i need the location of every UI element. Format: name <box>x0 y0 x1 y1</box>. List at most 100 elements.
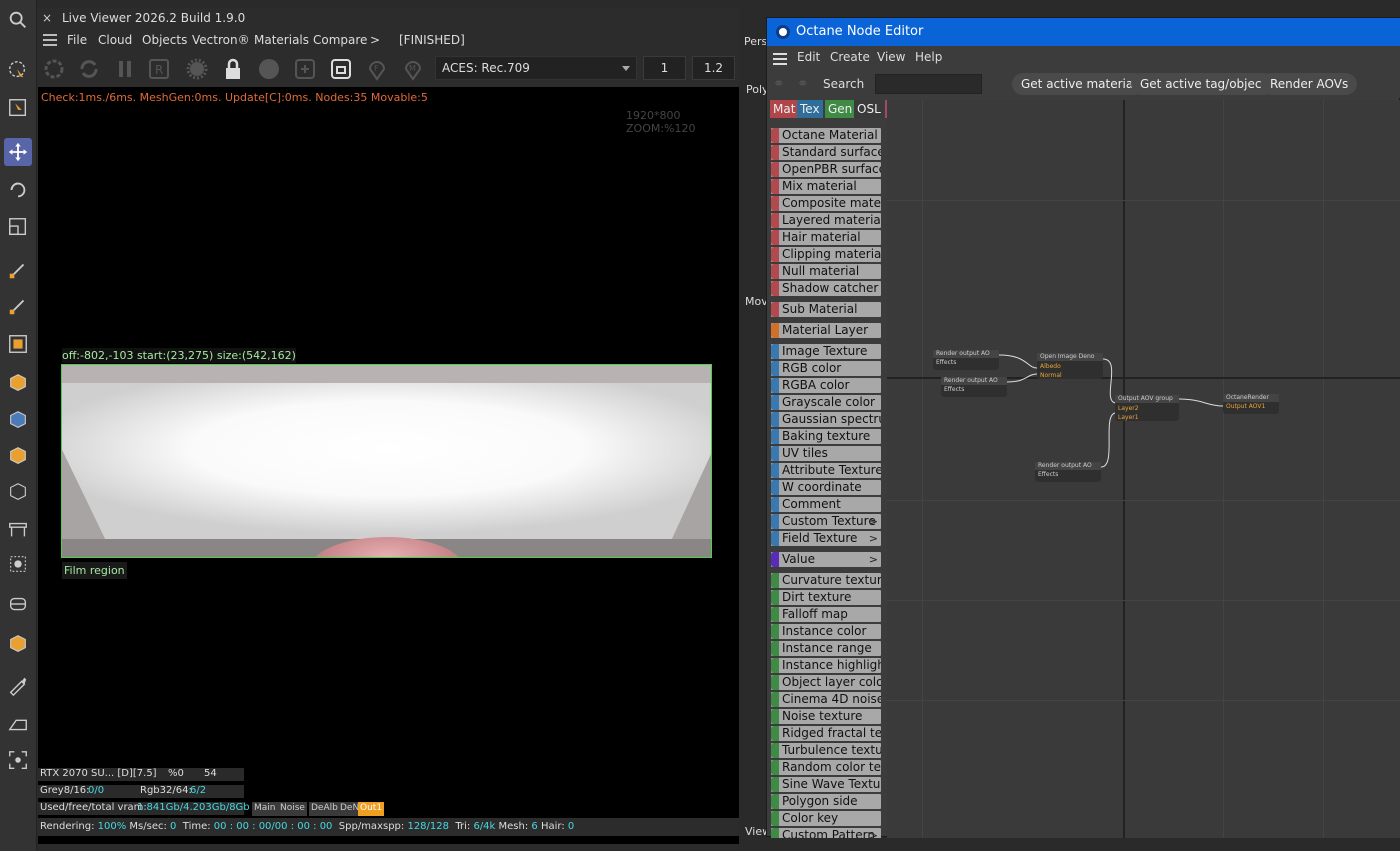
restart-render-icon[interactable] <box>41 56 67 82</box>
search-input[interactable] <box>875 74 982 94</box>
node-list-item[interactable]: Sub Material <box>771 302 881 317</box>
camera-object-icon[interactable] <box>4 590 32 618</box>
material-pick-icon[interactable]: M <box>400 56 426 82</box>
node-list-item[interactable]: Standard surface m <box>771 145 881 160</box>
close-icon[interactable]: × <box>42 11 52 25</box>
node-list-item[interactable]: Composite material <box>771 196 881 211</box>
category-tab-osl[interactable]: OSL <box>854 100 884 118</box>
cube-object-icon[interactable] <box>4 369 32 397</box>
cube-generator-icon[interactable] <box>4 406 32 434</box>
render-output-node-2[interactable]: Render output AO Effects <box>941 377 1007 397</box>
instance-cube-icon[interactable] <box>4 630 32 658</box>
pass-out1-button[interactable]: Out1 <box>358 802 385 816</box>
node-list-item[interactable]: OpenPBR surface m <box>771 162 881 177</box>
menu-vectron[interactable]: Vectron® <box>192 33 250 47</box>
node-list-item[interactable]: Instance range <box>771 641 881 656</box>
node-list-item[interactable]: Comment <box>771 497 881 512</box>
settings-gear-icon[interactable] <box>184 56 210 82</box>
menu-cloud[interactable]: Cloud <box>98 33 132 47</box>
move-tool-icon[interactable] <box>4 138 32 166</box>
lock-icon[interactable] <box>220 56 246 82</box>
node-list-item[interactable]: RGB color <box>771 361 881 376</box>
search-icon[interactable] <box>4 6 32 34</box>
scale-tool-icon[interactable] <box>4 213 32 241</box>
node-list-item[interactable]: Ridged fractal textu <box>771 726 881 741</box>
node-list-item[interactable]: Layered material <box>771 213 881 228</box>
node-list-item[interactable]: Image Texture <box>771 344 881 359</box>
node-list-item[interactable]: Field Texture > <box>771 531 881 546</box>
get-active-material-button[interactable]: Get active material <box>1012 73 1146 95</box>
menu-edit[interactable]: Edit <box>797 50 820 64</box>
select-tool-icon[interactable] <box>4 94 32 122</box>
node-list-item[interactable]: Clipping material <box>771 247 881 262</box>
focus-frame-icon[interactable] <box>4 746 32 774</box>
material-ball-icon[interactable] <box>256 56 282 82</box>
wire-cube-icon[interactable] <box>4 478 32 506</box>
node-list-item[interactable]: Custom Pattern > <box>771 828 881 838</box>
node-list-item[interactable]: W coordinate <box>771 480 881 495</box>
category-tab-mat[interactable]: Mat <box>770 100 799 118</box>
node-list-item[interactable]: Dirt texture <box>771 590 881 605</box>
node-list-item[interactable]: Instance color <box>771 624 881 639</box>
node-list-item[interactable]: Material Layer <box>771 323 881 338</box>
pass-dealb-button[interactable]: DeAlb <box>309 802 340 816</box>
hamburger-icon[interactable] <box>773 53 787 65</box>
get-active-tag-button[interactable]: Get active tag/object <box>1131 73 1276 95</box>
open-image-denoiser-node[interactable]: Open Image Deno Albedo Normal <box>1037 353 1103 379</box>
rotate-tool-icon[interactable] <box>4 176 32 204</box>
menu-help[interactable]: Help <box>915 50 942 64</box>
link-icon[interactable]: ⚭ <box>773 76 785 92</box>
brush-tool-icon[interactable] <box>4 671 32 699</box>
category-tab-tex[interactable]: Tex <box>797 100 823 118</box>
pass-main-button[interactable]: Main <box>252 802 278 816</box>
refresh-icon[interactable] <box>76 56 102 82</box>
region-render-icon[interactable]: R <box>146 56 172 82</box>
node-list-item[interactable]: Cinema 4D noise <box>771 692 881 707</box>
node-list-item[interactable]: Noise texture <box>771 709 881 724</box>
layered-cube-icon[interactable] <box>4 442 32 470</box>
node-list-item[interactable]: Polygon side <box>771 794 881 809</box>
film-region-icon[interactable] <box>328 56 354 82</box>
node-list-item[interactable]: Color key <box>771 811 881 826</box>
menu-view[interactable]: View <box>877 50 905 64</box>
menu-materials[interactable]: Materials <box>254 33 309 47</box>
hamburger-icon[interactable] <box>43 34 57 46</box>
node-list-item[interactable]: Grayscale color <box>771 395 881 410</box>
node-canvas[interactable]: Render output AO Effects Render output A… <box>887 100 1400 838</box>
node-list-item[interactable]: Object layer color <box>771 675 881 690</box>
node-list-item[interactable]: Null material <box>771 264 881 279</box>
node-list-item[interactable]: Mix material <box>771 179 881 194</box>
node-list-item[interactable]: Falloff map <box>771 607 881 622</box>
node-list-item[interactable]: Custom Texture > <box>771 514 881 529</box>
light-object-icon[interactable] <box>4 550 32 578</box>
node-list-item[interactable]: RGBA color <box>771 378 881 393</box>
floor-icon[interactable] <box>4 515 32 543</box>
node-list-item[interactable]: Attribute Texture <box>771 463 881 478</box>
node-list-item[interactable]: Baking texture <box>771 429 881 444</box>
menu-file[interactable]: File <box>67 33 87 47</box>
live-select-icon[interactable] <box>4 56 32 84</box>
node-list-item[interactable]: Value > <box>771 552 881 567</box>
node-list-item[interactable]: UV tiles <box>771 446 881 461</box>
pass-noise-button[interactable]: Noise <box>278 802 307 816</box>
node-list-item[interactable]: Hair material <box>771 230 881 245</box>
unlink-icon[interactable]: ⚭ <box>797 76 809 92</box>
pen-tool-icon[interactable] <box>4 256 32 284</box>
node-list-item[interactable]: Curvature texture <box>771 573 881 588</box>
focus-pick-icon[interactable]: F <box>364 56 390 82</box>
node-list-item[interactable]: Sine Wave Texture <box>771 777 881 792</box>
menu-compare[interactable]: Compare <box>313 33 367 47</box>
output-aov-group-node[interactable]: Output AOV group Layer2 Layer1 <box>1115 395 1179 421</box>
add-region-icon[interactable] <box>292 56 318 82</box>
pause-icon[interactable] <box>112 56 138 82</box>
render-output-node-1[interactable]: Render output AO Effects <box>933 350 999 370</box>
node-list-item[interactable]: Random color text <box>771 760 881 775</box>
node-list-item[interactable]: Gaussian spectrum <box>771 412 881 427</box>
node-list-item[interactable]: Shadow catcher m <box>771 281 881 296</box>
gamma-field[interactable]: 1.2 <box>692 56 735 80</box>
color-space-select[interactable]: ACES: Rec.709 <box>435 56 637 80</box>
plane-object-icon[interactable] <box>4 330 32 358</box>
node-list-item[interactable]: Instance highlight <box>771 658 881 673</box>
measure-tool-icon[interactable] <box>4 710 32 738</box>
menu-more[interactable]: > <box>370 33 380 47</box>
